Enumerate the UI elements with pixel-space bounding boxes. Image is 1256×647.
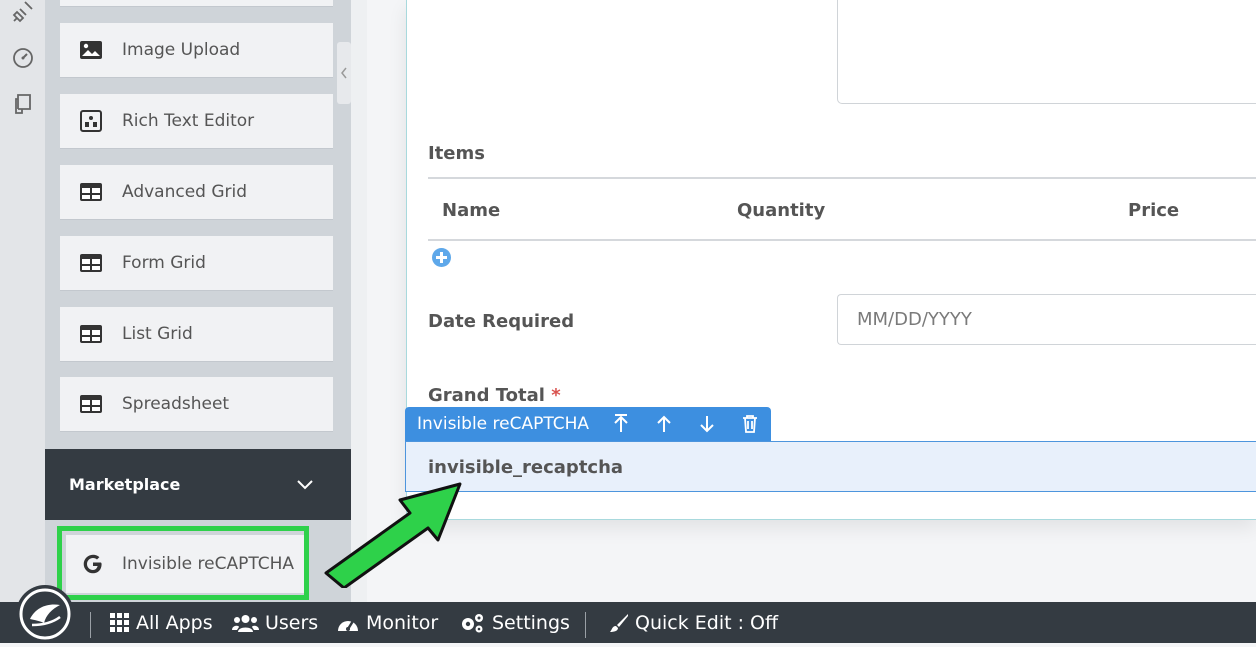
settings-label: Settings	[492, 611, 570, 634]
column-header-price: Price	[1128, 200, 1180, 221]
users-icon	[232, 613, 259, 633]
arrow-up-icon	[657, 415, 671, 432]
trash-icon	[742, 415, 757, 433]
palette-item-label: Rich Text Editor	[122, 111, 255, 131]
speedometer-icon	[336, 613, 360, 633]
move-up-button[interactable]	[643, 407, 686, 441]
quick-edit-label: Quick Edit : Off	[635, 611, 779, 634]
move-to-top-button[interactable]	[600, 407, 643, 441]
divider	[428, 239, 1256, 241]
selected-component-toolbar: Invisible reCAPTCHA	[405, 407, 771, 441]
column-header-quantity: Quantity	[737, 200, 826, 221]
palette-item-label: Image Upload	[122, 40, 241, 60]
date-required-input[interactable]	[837, 294, 1256, 345]
palette-item-spreadsheet[interactable]: Spreadsheet	[60, 377, 333, 432]
invisible-recaptcha-field[interactable]: invisible_recaptcha	[405, 441, 1256, 492]
divider	[428, 177, 1256, 179]
selected-component-name: Invisible reCAPTCHA	[417, 414, 590, 434]
palette-item-image-upload[interactable]: Image Upload	[60, 23, 333, 78]
grid-icon	[78, 251, 104, 275]
arrow-down-icon	[700, 416, 714, 433]
annotation-arrow-icon	[324, 482, 462, 588]
paintbrush-icon	[609, 613, 629, 633]
component-palette: Image Upload Rich Text Editor Advanced G…	[45, 0, 351, 449]
palette-item-list-grid[interactable]: List Grid	[60, 307, 333, 362]
grand-total-label: Grand Total *	[428, 385, 561, 406]
palette-item-label: Spreadsheet	[122, 394, 230, 414]
palette-item-advanced-grid[interactable]: Advanced Grid	[60, 165, 333, 220]
settings-button[interactable]: Settings	[459, 602, 570, 643]
arrow-up-to-top-icon	[614, 414, 628, 432]
items-label: Items	[428, 143, 485, 164]
users-label: Users	[265, 611, 319, 634]
palette-item-label: Advanced Grid	[122, 182, 248, 202]
separator	[585, 612, 586, 638]
monitor-button[interactable]: Monitor	[336, 602, 438, 643]
dashboard-gauge-icon[interactable]	[11, 45, 35, 69]
column-header-name: Name	[442, 200, 501, 221]
grid-icon	[78, 392, 104, 416]
logo-icon	[19, 588, 71, 640]
grid-icon	[78, 322, 104, 346]
all-apps-button[interactable]: All Apps	[110, 602, 213, 643]
palette-item-rich-text-editor[interactable]: Rich Text Editor	[60, 94, 333, 149]
required-asterisk: *	[551, 385, 561, 406]
chevron-down-icon	[297, 479, 313, 489]
grand-total-text: Grand Total	[428, 385, 545, 406]
chevron-left-icon	[341, 67, 347, 79]
marketplace-title: Marketplace	[69, 475, 181, 494]
collapse-palette-handle[interactable]	[337, 42, 351, 104]
palette-item-form-grid[interactable]: Form Grid	[60, 236, 333, 291]
all-apps-label: All Apps	[136, 611, 213, 634]
palette-item-label: Form Grid	[122, 253, 206, 273]
left-icon-rail	[0, 0, 45, 602]
delete-button[interactable]	[728, 407, 771, 441]
rich-text-icon	[78, 109, 104, 133]
palette-item-partial[interactable]	[60, 0, 333, 7]
users-button[interactable]: Users	[232, 602, 318, 643]
script-icon[interactable]	[11, 92, 35, 116]
apps-grid-icon	[110, 612, 130, 633]
plug-icon[interactable]	[11, 0, 35, 24]
field-key: invisible_recaptcha	[428, 457, 624, 478]
add-row-plus-icon[interactable]	[432, 248, 451, 267]
textarea-field[interactable]	[837, 0, 1256, 104]
marketplace-section-header[interactable]: Marketplace	[45, 449, 351, 520]
monitor-label: Monitor	[366, 611, 439, 634]
palette-item-label: List Grid	[122, 324, 193, 344]
highlight-box	[57, 526, 309, 600]
image-icon	[78, 38, 104, 62]
move-down-button[interactable]	[685, 407, 728, 441]
separator	[90, 612, 91, 638]
app-logo[interactable]	[16, 585, 74, 643]
quick-edit-toggle[interactable]: Quick Edit : Off	[609, 602, 778, 643]
date-required-label: Date Required	[428, 311, 575, 332]
grid-icon	[78, 180, 104, 204]
gears-icon	[459, 612, 486, 634]
